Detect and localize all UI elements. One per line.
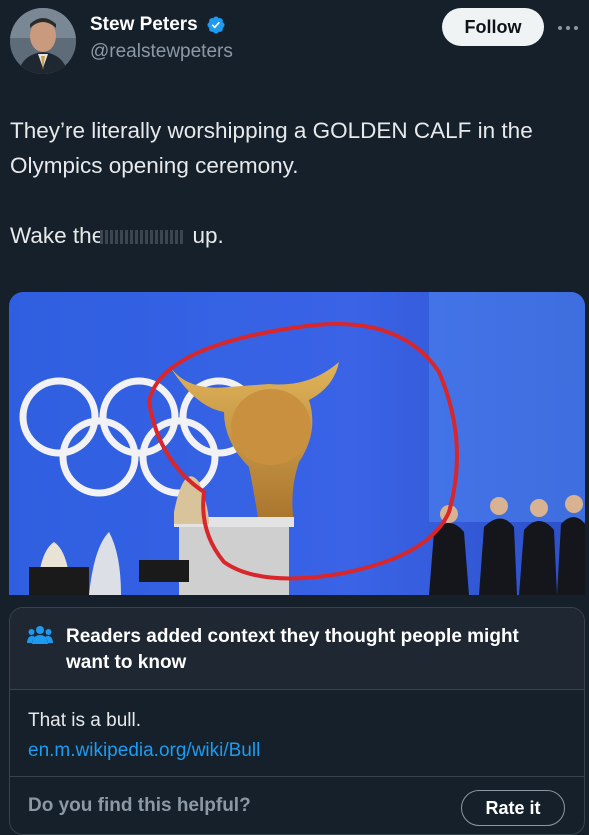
tweet-line-2: Wake the up. [10, 218, 580, 253]
follow-button[interactable]: Follow [442, 8, 544, 46]
verified-badge-icon [207, 16, 225, 34]
community-note-title: Readers added context they thought peopl… [66, 626, 519, 673]
tweet-line-1: They’re literally worshipping a GOLDEN C… [10, 118, 533, 178]
tweet-text: They’re literally worshipping a GOLDEN C… [10, 113, 580, 253]
avatar[interactable] [10, 8, 76, 74]
community-note-text: That is a bull. [28, 710, 141, 731]
community-note-header: Readers added context they thought peopl… [10, 608, 584, 690]
tweet-header: Stew Peters @realstewpeters Follow [10, 8, 579, 78]
more-options-icon[interactable] [556, 18, 580, 38]
community-note: Readers added context they thought peopl… [9, 607, 585, 835]
user-handle[interactable]: @realstewpeters [90, 41, 233, 63]
community-note-body: That is a bull. en.m.wikipedia.org/wiki/… [28, 706, 260, 766]
rate-it-button[interactable]: Rate it [461, 790, 565, 826]
tweet-line-2-end: up. [192, 223, 224, 248]
helpful-question: Do you find this helpful? [28, 795, 251, 816]
display-name[interactable]: Stew Peters [90, 14, 198, 36]
tweet-image[interactable] [9, 292, 585, 595]
community-note-link[interactable]: en.m.wikipedia.org/wiki/Bull [28, 736, 260, 766]
community-people-icon [27, 626, 53, 644]
censored-word-scribble [100, 230, 185, 245]
community-note-footer: Do you find this helpful? Rate it [10, 776, 584, 834]
tweet-line-2-start: Wake the [10, 223, 105, 248]
